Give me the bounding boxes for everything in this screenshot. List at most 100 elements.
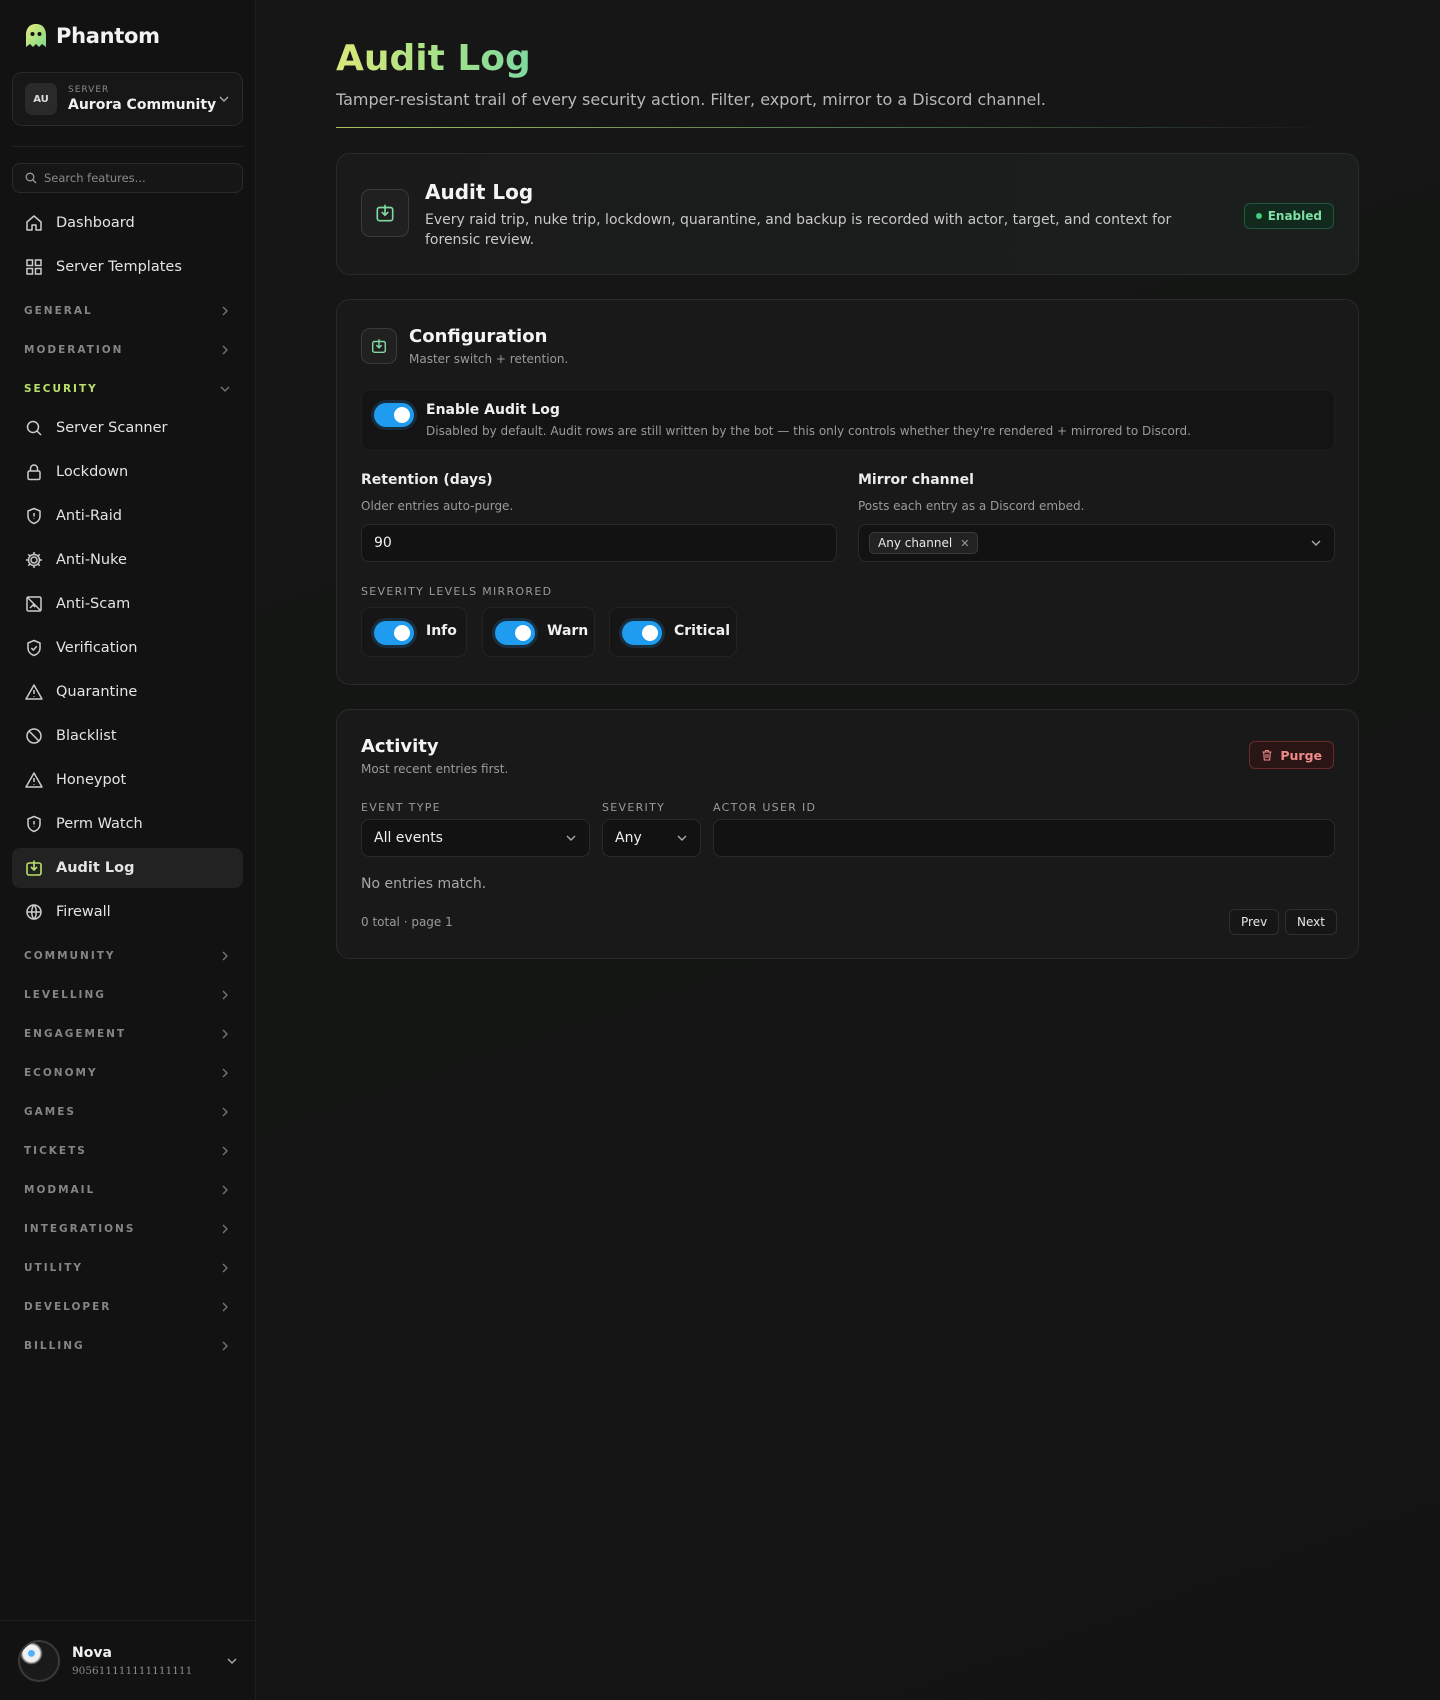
sidebar-item-label: Quarantine: [56, 684, 138, 700]
sidebar-item-lockdown[interactable]: Lockdown: [12, 452, 243, 492]
warning-icon: [25, 772, 43, 788]
feature-search[interactable]: [12, 163, 243, 193]
user-name: Nova: [72, 1644, 112, 1661]
phantom-logo-icon: [26, 24, 46, 47]
sidebar-item-anti-raid[interactable]: Anti-Raid: [12, 496, 243, 536]
prev-button[interactable]: Prev: [1229, 909, 1280, 935]
sidebar-item-server-scanner[interactable]: Server Scanner: [12, 408, 243, 448]
home-icon: [26, 215, 42, 231]
sidebar-item-label: Anti-Scam: [56, 596, 131, 612]
nav-group-label: GENERAL: [24, 304, 93, 317]
user-id: 905611111111111111: [72, 1664, 193, 1677]
server-name: Aurora Community: [68, 97, 217, 113]
chevron-right-icon: [222, 1341, 228, 1350]
nav-group-utility[interactable]: UTILITY: [12, 1248, 243, 1287]
nav-group-general[interactable]: GENERAL: [12, 291, 243, 330]
avatar: [18, 1639, 60, 1682]
nav-group-levelling[interactable]: LEVELLING: [12, 975, 243, 1014]
nav-group-label: GAMES: [24, 1105, 76, 1118]
nav-group-label: ENGAGEMENT: [24, 1027, 127, 1040]
next-button[interactable]: Next: [1285, 909, 1337, 935]
severity-filter-label: SEVERITY: [602, 801, 666, 814]
severity-warn: Warn: [482, 607, 595, 657]
nav-group-engagement[interactable]: ENGAGEMENT: [12, 1014, 243, 1053]
severity-label: Info: [426, 623, 457, 639]
nav-group-label: COMMUNITY: [24, 949, 116, 962]
section-icon-tile: [361, 328, 397, 364]
channel-chip: Any channel ✕: [869, 532, 979, 554]
sidebar-item-label: Audit Log: [56, 860, 135, 876]
sidebar-item-anti-scam[interactable]: Anti-Scam: [12, 584, 243, 624]
app-name: Phantom: [56, 24, 160, 48]
divider: [12, 146, 243, 147]
sidebar-item-server-templates[interactable]: Server Templates: [12, 247, 243, 287]
sidebar-item-audit-log[interactable]: Audit Log: [12, 848, 243, 888]
nav-group-community[interactable]: COMMUNITY: [12, 936, 243, 975]
event-type-select[interactable]: All events: [361, 819, 590, 857]
shield-check-icon: [27, 639, 41, 657]
mirror-channel-hint: Posts each entry as a Discord embed.: [858, 499, 1085, 513]
event-type-value: All events: [374, 830, 443, 846]
ban-icon: [26, 728, 42, 744]
purge-button[interactable]: Purge: [1249, 741, 1334, 769]
search-icon: [25, 172, 37, 184]
download-box-icon: [376, 204, 394, 222]
nav-group-games[interactable]: GAMES: [12, 1092, 243, 1131]
search-input[interactable]: [44, 171, 230, 185]
nav-group-label: LEVELLING: [24, 988, 106, 1001]
mirror-channel-select[interactable]: Any channel ✕: [858, 524, 1335, 562]
chevron-down-icon: [219, 96, 229, 102]
nav-group-moderation[interactable]: MODERATION: [12, 330, 243, 369]
nav-group-developer[interactable]: DEVELOPER: [12, 1287, 243, 1326]
nav-group-billing[interactable]: BILLING: [12, 1326, 243, 1365]
download-box-icon: [371, 339, 387, 354]
severity-levels-label: SEVERITY LEVELS MIRRORED: [361, 585, 553, 598]
nav-group-tickets[interactable]: TICKETS: [12, 1131, 243, 1170]
activity-card: Activity Most recent entries first. Purg…: [336, 709, 1359, 959]
sidebar-item-honeypot[interactable]: Honeypot: [12, 760, 243, 800]
chevron-down-icon: [677, 835, 687, 841]
nav-group-modmail[interactable]: MODMAIL: [12, 1170, 243, 1209]
sidebar-nav: Dashboard Server Templates GENERAL MODER…: [12, 203, 243, 1365]
sidebar-item-blacklist[interactable]: Blacklist: [12, 716, 243, 756]
user-menu[interactable]: Nova 905611111111111111: [0, 1620, 256, 1700]
trash-icon: [1262, 749, 1272, 761]
chevron-right-icon: [222, 1302, 228, 1311]
sidebar-item-label: Honeypot: [56, 772, 127, 788]
severity-warn-toggle[interactable]: [495, 621, 535, 645]
nav-group-economy[interactable]: ECONOMY: [12, 1053, 243, 1092]
download-box-icon: [26, 860, 42, 876]
sidebar-item-perm-watch[interactable]: Perm Watch: [12, 804, 243, 844]
severity-info-toggle[interactable]: [374, 621, 414, 645]
nav-group-integrations[interactable]: INTEGRATIONS: [12, 1209, 243, 1248]
search-icon: [26, 420, 42, 436]
warning-icon: [25, 684, 43, 700]
actor-user-id-label: ACTOR USER ID: [713, 801, 817, 814]
sidebar-item-anti-nuke[interactable]: Anti-Nuke: [12, 540, 243, 580]
brand[interactable]: Phantom: [22, 22, 160, 50]
chevron-right-icon: [222, 990, 228, 999]
lock-icon: [27, 464, 41, 481]
section-title: Activity: [361, 736, 439, 757]
sidebar-item-firewall[interactable]: Firewall: [12, 892, 243, 932]
severity-filter-select[interactable]: Any: [602, 819, 701, 857]
sidebar-item-dashboard[interactable]: Dashboard: [12, 203, 243, 243]
nav-group-security[interactable]: SECURITY: [12, 369, 243, 408]
feature-description: Every raid trip, nuke trip, lockdown, qu…: [425, 212, 1172, 248]
actor-user-id-input[interactable]: [713, 819, 1335, 857]
enable-audit-log-toggle[interactable]: [374, 403, 414, 427]
sidebar-item-label: Verification: [56, 640, 138, 656]
enable-audit-log-row: Enable Audit Log Disabled by default. Au…: [361, 389, 1335, 451]
sidebar-item-label: Server Scanner: [56, 420, 168, 436]
chevron-right-icon: [222, 345, 228, 354]
feature-title: Audit Log: [425, 180, 534, 204]
server-switcher[interactable]: AU SERVER Aurora Community: [12, 72, 243, 126]
chip-remove-icon[interactable]: ✕: [960, 537, 969, 550]
sidebar-item-verification[interactable]: Verification: [12, 628, 243, 668]
image-off-icon: [26, 596, 42, 612]
sidebar-item-label: Anti-Raid: [56, 508, 122, 524]
sidebar-item-quarantine[interactable]: Quarantine: [12, 672, 243, 712]
shield-alert-icon: [27, 507, 41, 525]
retention-input[interactable]: [361, 524, 837, 562]
severity-critical-toggle[interactable]: [622, 621, 662, 645]
